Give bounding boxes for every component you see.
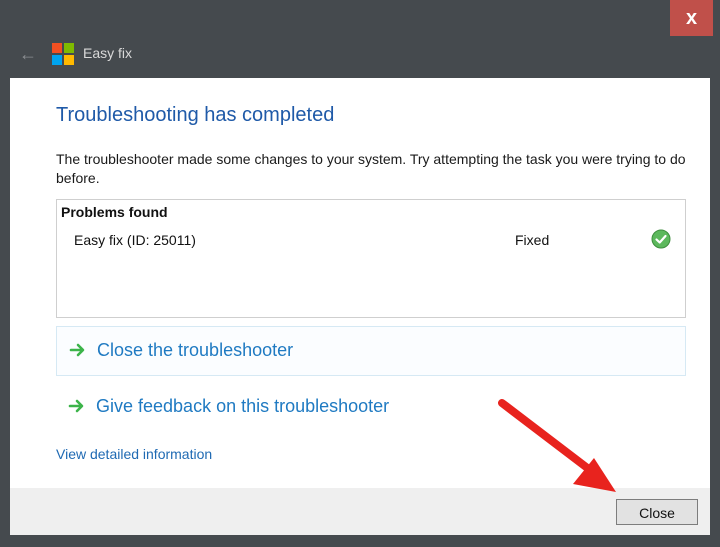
window-frame: ← Easy fix x Troubleshooting has complet… <box>0 0 720 547</box>
window-close-button[interactable]: x <box>670 0 713 36</box>
back-arrow-icon[interactable]: ← <box>16 44 40 64</box>
content-panel: Troubleshooting has completed The troubl… <box>10 78 710 488</box>
close-button[interactable]: Close <box>616 499 698 525</box>
problems-header: Problems found <box>61 204 168 220</box>
give-feedback-link[interactable]: Give feedback on this troubleshooter <box>56 383 686 433</box>
problem-status: Fixed <box>515 232 550 248</box>
give-feedback-label: Give feedback on this troubleshooter <box>96 396 390 416</box>
title-bar: ← Easy fix x <box>0 0 720 78</box>
check-circle-icon <box>651 229 671 249</box>
green-arrow-icon <box>69 343 85 357</box>
green-arrow-icon <box>68 399 84 413</box>
view-detailed-information-link[interactable]: View detailed information <box>56 446 212 462</box>
window-title: Easy fix <box>83 45 133 61</box>
dialog-footer: Close <box>10 488 710 535</box>
page-title: Troubleshooting has completed <box>56 104 335 126</box>
close-troubleshooter-label: Close the troubleshooter <box>97 340 294 360</box>
status-message: The troubleshooter made some changes to … <box>56 151 686 186</box>
windows-logo-icon <box>52 43 74 65</box>
problem-name: Easy fix (ID: 25011) <box>74 232 196 248</box>
close-troubleshooter-link[interactable]: Close the troubleshooter <box>56 326 686 376</box>
problems-found-box: Problems found Easy fix (ID: 25011) Fixe… <box>56 199 686 318</box>
